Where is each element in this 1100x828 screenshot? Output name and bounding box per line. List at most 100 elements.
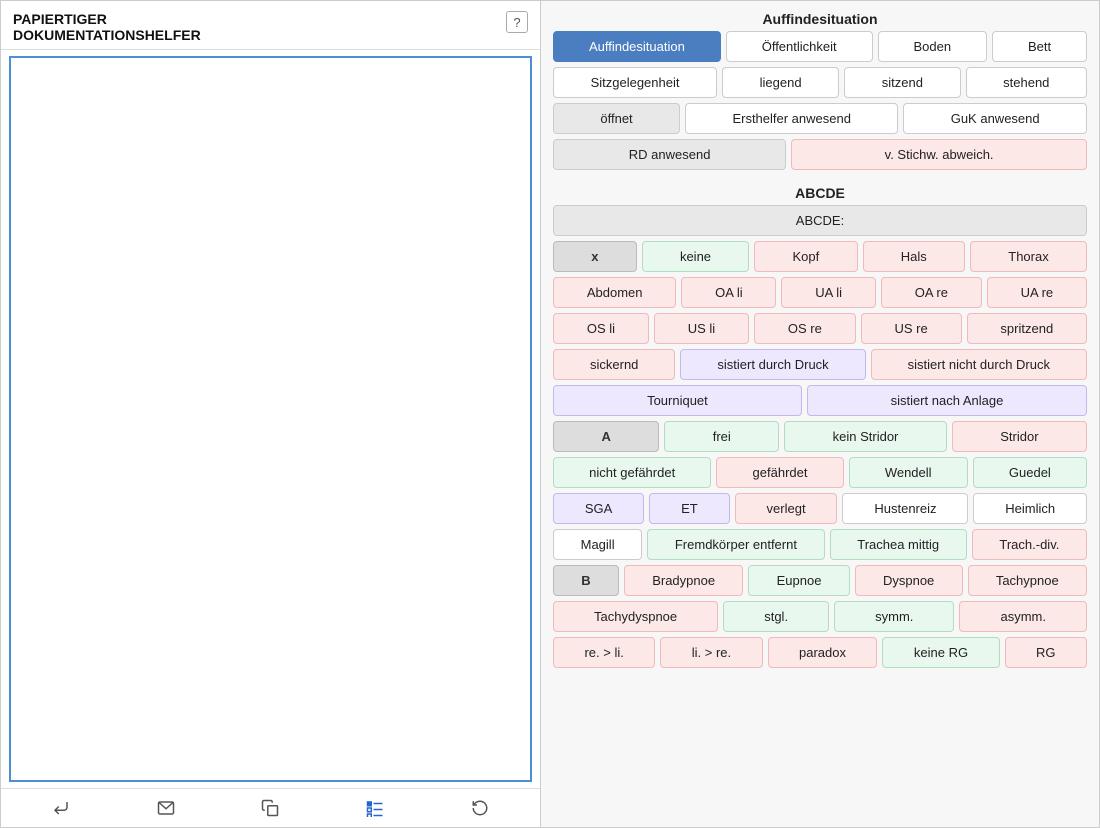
auffindesituation-row3: öffnet Ersthelfer anwesend GuK anwesend (553, 103, 1087, 134)
auffindesituation-title: Auffindesituation (553, 11, 1087, 27)
btn-boden[interactable]: Boden (878, 31, 987, 62)
btn-spritzend[interactable]: spritzend (967, 313, 1087, 344)
right-panel: Auffindesituation Auffindesituation Öffe… (541, 1, 1099, 827)
btn-auffindesituation[interactable]: Auffindesituation (553, 31, 721, 62)
btn-abdomen[interactable]: Abdomen (553, 277, 676, 308)
btn-hustenreiz[interactable]: Hustenreiz (842, 493, 968, 524)
btn-sickernd[interactable]: sickernd (553, 349, 675, 380)
app-title-block: PAPIERTIGER DOKUMENTATIONSHELFER (13, 11, 201, 43)
btn-rd-anwesend[interactable]: RD anwesend (553, 139, 786, 170)
app-subtitle: DOKUMENTATIONSHELFER (13, 27, 201, 43)
btn-dyspnoe[interactable]: Dyspnoe (855, 565, 963, 596)
btn-thorax[interactable]: Thorax (970, 241, 1087, 272)
b-label-row: B Bradypnoe Eupnoe Dyspnoe Tachypnoe (553, 565, 1087, 596)
btn-magill[interactable]: Magill (553, 529, 642, 560)
auffindesituation-row1: Auffindesituation Öffentlichkeit Boden B… (553, 31, 1087, 62)
btn-et[interactable]: ET (649, 493, 729, 524)
btn-eupnoe[interactable]: Eupnoe (748, 565, 849, 596)
auffindesituation-row2: Sitzgelegenheit liegend sitzend stehend (553, 67, 1087, 98)
email-icon (157, 799, 175, 817)
enter-button[interactable] (44, 795, 78, 821)
btn-stichw[interactable]: v. Stichw. abweich. (791, 139, 1087, 170)
text-area-wrapper (1, 50, 540, 788)
btn-bradypnoe[interactable]: Bradypnoe (624, 565, 743, 596)
btn-oeffentlichkeit[interactable]: Öffentlichkeit (726, 31, 873, 62)
btn-trach-div[interactable]: Trach.-div. (972, 529, 1087, 560)
btn-frei[interactable]: frei (664, 421, 779, 452)
btn-b-label[interactable]: B (553, 565, 619, 596)
btn-osre[interactable]: OS re (754, 313, 856, 344)
btn-rg[interactable]: RG (1005, 637, 1087, 668)
abcde-xrow: x keine Kopf Hals Thorax (553, 241, 1087, 272)
btn-usre[interactable]: US re (861, 313, 962, 344)
btn-fremdkoerper[interactable]: Fremdkörper entfernt (647, 529, 824, 560)
btn-symm[interactable]: symm. (834, 601, 954, 632)
btn-heimlich[interactable]: Heimlich (973, 493, 1087, 524)
btn-sga[interactable]: SGA (553, 493, 644, 524)
abcde-title: ABCDE (553, 185, 1087, 201)
email-button[interactable] (149, 795, 183, 821)
help-button[interactable]: ? (506, 11, 528, 33)
btn-osli[interactable]: OS li (553, 313, 649, 344)
btn-a-label[interactable]: A (553, 421, 659, 452)
btn-kein-stridor[interactable]: kein Stridor (784, 421, 947, 452)
auffindesituation-section: Auffindesituation Auffindesituation Öffe… (553, 11, 1087, 175)
btn-tachydyspnoe[interactable]: Tachydyspnoe (553, 601, 718, 632)
app-name: PAPIERTIGER (13, 11, 201, 27)
abcde-section: ABCDE ABCDE: x keine Kopf Hals Thorax Ab… (553, 185, 1087, 673)
a-row3: SGA ET verlegt Hustenreiz Heimlich (553, 493, 1087, 524)
btn-sistiert-anlage[interactable]: sistiert nach Anlage (807, 385, 1087, 416)
btn-sitzgelegenheit[interactable]: Sitzgelegenheit (553, 67, 717, 98)
abcde-legs-row: OS li US li OS re US re spritzend (553, 313, 1087, 344)
btn-hals[interactable]: Hals (863, 241, 966, 272)
btn-guk[interactable]: GuK anwesend (903, 103, 1087, 134)
abcde-bleed-row: sickernd sistiert durch Druck sistiert n… (553, 349, 1087, 380)
abcde-tourniquet-row: Tourniquet sistiert nach Anlage (553, 385, 1087, 416)
btn-li-gt-re[interactable]: li. > re. (660, 637, 762, 668)
btn-usli[interactable]: US li (654, 313, 749, 344)
btn-uali[interactable]: UA li (781, 277, 875, 308)
btn-stehend[interactable]: stehend (966, 67, 1087, 98)
reset-icon (471, 799, 489, 817)
btn-nicht-gefaehrdet[interactable]: nicht gefährdet (553, 457, 711, 488)
list-button[interactable] (358, 795, 392, 821)
btn-asymm[interactable]: asymm. (959, 601, 1087, 632)
btn-keine[interactable]: keine (642, 241, 750, 272)
btn-trachea-mittig[interactable]: Trachea mittig (830, 529, 967, 560)
btn-stridor[interactable]: Stridor (952, 421, 1087, 452)
btn-sistiert-nicht-druck[interactable]: sistiert nicht durch Druck (871, 349, 1087, 380)
copy-button[interactable] (253, 795, 287, 821)
reset-button[interactable] (463, 795, 497, 821)
list-icon (366, 799, 384, 817)
btn-uare[interactable]: UA re (987, 277, 1087, 308)
btn-oeffnet[interactable]: öffnet (553, 103, 680, 134)
btn-oare[interactable]: OA re (881, 277, 982, 308)
btn-abcde-label[interactable]: ABCDE: (553, 205, 1087, 236)
b-row3: re. > li. li. > re. paradox keine RG RG (553, 637, 1087, 668)
btn-tachypnoe[interactable]: Tachypnoe (968, 565, 1087, 596)
btn-bett[interactable]: Bett (992, 31, 1087, 62)
btn-keine-rg[interactable]: keine RG (882, 637, 999, 668)
btn-wendell[interactable]: Wendell (849, 457, 968, 488)
btn-tourniquet[interactable]: Tourniquet (553, 385, 802, 416)
btn-gefaehrdet[interactable]: gefährdet (716, 457, 843, 488)
btn-sistiert-druck[interactable]: sistiert durch Druck (680, 349, 865, 380)
b-row2: Tachydyspnoe stgl. symm. asymm. (553, 601, 1087, 632)
btn-ersthelfer[interactable]: Ersthelfer anwesend (685, 103, 898, 134)
abcde-label-row: ABCDE: (553, 205, 1087, 236)
btn-guedel[interactable]: Guedel (973, 457, 1087, 488)
btn-verlegt[interactable]: verlegt (735, 493, 838, 524)
btn-liegend[interactable]: liegend (722, 67, 839, 98)
btn-re-gt-li[interactable]: re. > li. (553, 637, 655, 668)
left-panel: PAPIERTIGER DOKUMENTATIONSHELFER ? (1, 1, 541, 827)
a-row2: nicht gefährdet gefährdet Wendell Guedel (553, 457, 1087, 488)
main-textarea[interactable] (9, 56, 532, 782)
btn-sitzend[interactable]: sitzend (844, 67, 960, 98)
btn-kopf[interactable]: Kopf (754, 241, 857, 272)
btn-stgl[interactable]: stgl. (723, 601, 829, 632)
btn-paradox[interactable]: paradox (768, 637, 878, 668)
enter-icon (52, 799, 70, 817)
left-header: PAPIERTIGER DOKUMENTATIONSHELFER ? (1, 1, 540, 50)
btn-x[interactable]: x (553, 241, 637, 272)
btn-oali[interactable]: OA li (681, 277, 776, 308)
